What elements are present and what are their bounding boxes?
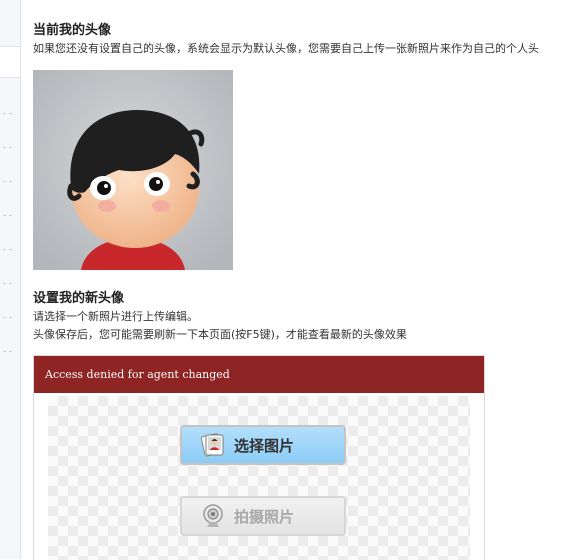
upload-panel-header: Access denied for agent changed (34, 356, 484, 393)
photo-icon (200, 433, 224, 457)
sidebar-divider (3, 249, 15, 250)
sidebar-divider (3, 351, 15, 352)
sidebar-divider (3, 317, 15, 318)
select-image-label: 选择图片 (234, 436, 295, 455)
new-avatar-instruction: 请选择一个新照片进行上传编辑。 (33, 310, 198, 323)
take-photo-label: 拍摄照片 (234, 507, 295, 526)
sidebar-divider (3, 181, 15, 182)
webcam-icon (203, 504, 223, 527)
current-avatar-image (33, 70, 233, 270)
sidebar-gap (0, 46, 20, 78)
sidebar-divider (3, 113, 15, 114)
sidebar-divider (3, 215, 15, 216)
cartoon-boy-avatar (33, 70, 233, 270)
new-avatar-title: 设置我的新头像 (33, 291, 125, 306)
current-avatar-description: 如果您还没有设置自己的头像，系统会显示为默认头像，您需要自己上传一张新照片来作为… (33, 42, 539, 55)
new-avatar-refresh-note: 头像保存后，您可能需要刷新一下本页面(按F5键)，才能查看最新的头像效果 (33, 328, 407, 341)
select-image-button[interactable]: 选择图片 (180, 425, 346, 465)
sidebar-divider (3, 147, 15, 148)
sidebar-divider (3, 283, 15, 284)
left-sidebar (0, 0, 21, 559)
take-photo-button[interactable]: 拍摄照片 (180, 496, 346, 536)
current-avatar-title: 当前我的头像 (33, 23, 112, 38)
